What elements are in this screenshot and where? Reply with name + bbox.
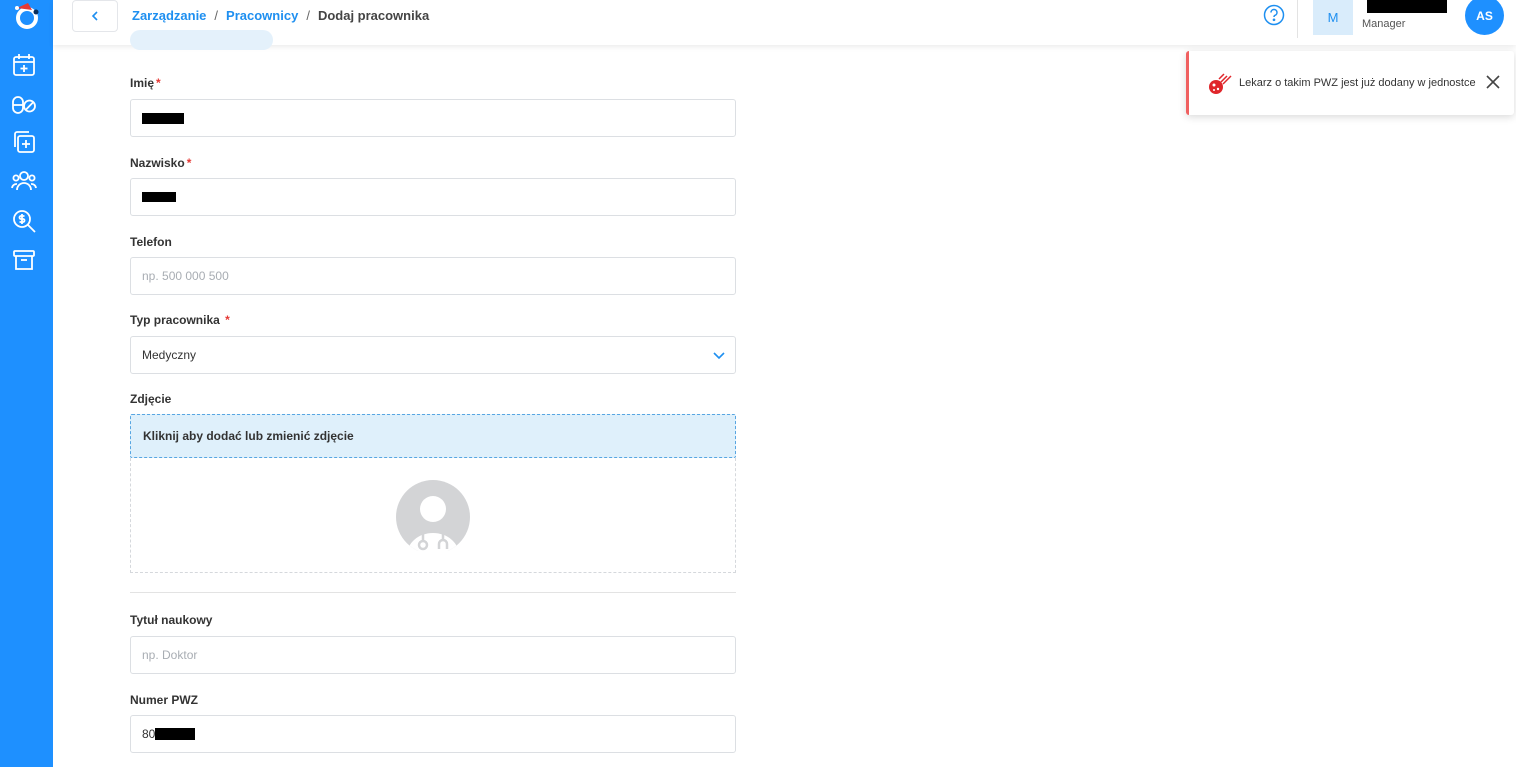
error-toast: Lekarz o takim PWZ jest już dodany w jed…: [1186, 51, 1514, 115]
breadcrumb-employees[interactable]: Pracownicy: [226, 8, 298, 23]
employee-type-value: Medyczny: [142, 348, 197, 362]
pwz-prefix: 80: [142, 727, 156, 741]
employee-type-label: Typ pracownika *: [130, 313, 230, 327]
finance-search-icon[interactable]: [11, 208, 37, 234]
sidebar: [0, 0, 53, 767]
academic-title-field[interactable]: np. Doktor: [130, 636, 736, 674]
photo-preview[interactable]: [130, 458, 736, 573]
breadcrumb-current: Dodaj pracownika: [317, 8, 430, 23]
pills-icon[interactable]: [11, 91, 37, 117]
user-name-redacted: [1367, 0, 1447, 13]
header-divider: [1297, 0, 1298, 38]
pwz-field[interactable]: 80: [130, 715, 736, 753]
pwz-label: Numer PWZ: [130, 693, 199, 707]
calendar-add-icon[interactable]: [11, 52, 37, 78]
academic-title-label: Tytuł naukowy: [130, 613, 213, 627]
chevron-down-icon: [713, 352, 725, 360]
breadcrumb: Zarządzanie / Pracownicy / Dodaj pracown…: [132, 8, 429, 23]
redacted-value: [142, 112, 184, 124]
first-name-field[interactable]: [130, 99, 736, 137]
phone-label: Telefon: [130, 235, 172, 249]
phone-field[interactable]: np. 500 000 500: [130, 257, 736, 295]
app-logo-icon[interactable]: [8, 0, 44, 32]
photo-label: Zdjęcie: [130, 392, 172, 406]
users-icon[interactable]: [11, 168, 37, 194]
first-name-label: Imię *: [130, 76, 161, 90]
redacted-value: [155, 728, 196, 740]
section-divider: [130, 592, 736, 593]
breadcrumb-separator: /: [306, 8, 310, 23]
toast-message: Lekarz o takim PWZ jest już dodany w jed…: [1239, 77, 1476, 89]
user-badge[interactable]: M: [1313, 0, 1353, 35]
doctor-avatar-icon: [396, 480, 470, 551]
breadcrumb-management[interactable]: Zarządzanie: [132, 8, 206, 23]
user-role: Manager: [1362, 18, 1406, 30]
chevron-left-icon: [91, 11, 98, 21]
last-name-field[interactable]: [130, 178, 736, 216]
photo-upload-button[interactable]: Kliknij aby dodać lub zmienić zdjęcie: [130, 414, 736, 458]
employee-type-select[interactable]: Medyczny: [130, 336, 736, 374]
phone-placeholder: np. 500 000 500: [142, 269, 229, 283]
academic-title-placeholder: np. Doktor: [142, 648, 198, 662]
back-button[interactable]: [72, 0, 118, 32]
help-icon[interactable]: [1263, 4, 1285, 26]
breadcrumb-separator: /: [214, 8, 219, 23]
close-icon[interactable]: [1485, 74, 1501, 90]
last-name-label: Nazwisko *: [130, 156, 192, 170]
top-pill: [130, 30, 273, 50]
error-meteor-icon: [1209, 73, 1232, 94]
redacted-value: [142, 192, 176, 202]
avatar[interactable]: AS: [1465, 0, 1504, 35]
medical-copy-icon[interactable]: [11, 129, 37, 155]
archive-icon[interactable]: [11, 247, 37, 273]
